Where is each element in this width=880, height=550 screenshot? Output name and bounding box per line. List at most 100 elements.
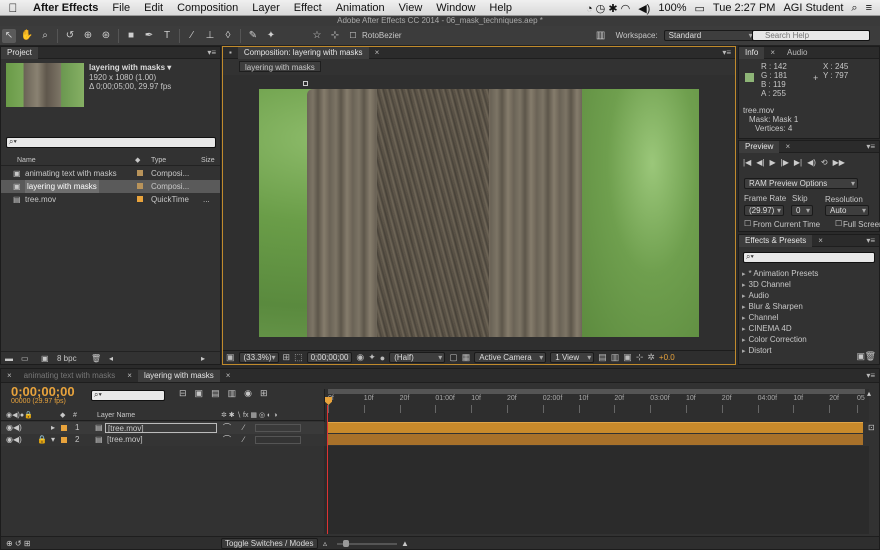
next-frame-icon[interactable]: |▶ xyxy=(781,158,789,167)
menu-view[interactable]: View xyxy=(392,2,430,14)
roi-icon[interactable]: ▢ xyxy=(449,352,458,363)
label-swatch[interactable] xyxy=(61,437,67,443)
switch-boxes[interactable] xyxy=(255,436,301,444)
tab-info[interactable]: Info xyxy=(739,46,765,59)
label-swatch[interactable] xyxy=(61,425,67,431)
workspace-dropdown[interactable]: Standard xyxy=(663,30,756,41)
menu-edit[interactable]: Edit xyxy=(137,2,170,14)
menu-animation[interactable]: Animation xyxy=(329,2,392,14)
clock[interactable]: Tue 2:27 PM xyxy=(713,2,776,14)
reset-exposure-icon[interactable]: ✲ xyxy=(647,352,655,363)
time-ruler[interactable]: 0f10f20f01:00f10f20f02:00f10f20f03:00f10… xyxy=(324,389,869,422)
clone-tool-icon[interactable]: ⊥ xyxy=(203,29,217,43)
scroll-left-icon[interactable]: ◂ xyxy=(109,352,113,365)
search-icon[interactable]: ⌕ xyxy=(851,2,857,15)
new-comp-icon[interactable]: ▣ xyxy=(41,352,49,365)
skip-dropdown[interactable]: 0 xyxy=(791,205,813,216)
expand-icon[interactable]: ▸ xyxy=(51,422,55,434)
label-swatch[interactable] xyxy=(137,196,143,202)
prev-frame-icon[interactable]: ◀| xyxy=(756,158,764,167)
ram-preview-icon[interactable]: ▶▶ xyxy=(833,158,845,167)
comp-subtab[interactable]: layering with masks xyxy=(239,61,321,72)
from-current-checkbox[interactable]: ☐ xyxy=(744,219,751,228)
ram-preview-options-dropdown[interactable]: RAM Preview Options xyxy=(744,178,858,189)
eye-icon[interactable]: ◉◀) xyxy=(6,422,22,434)
type-tool-icon[interactable]: T xyxy=(160,29,174,43)
switch-boxes[interactable] xyxy=(255,424,301,432)
camera-dropdown[interactable]: Active Camera xyxy=(474,352,547,363)
close-icon[interactable]: × xyxy=(764,47,781,59)
graph-editor-icon[interactable]: ⊞ xyxy=(260,388,268,399)
apple-icon[interactable]:  xyxy=(0,1,26,15)
panel-menu-icon[interactable]: ▾≡ xyxy=(862,370,879,382)
switches-header-icons[interactable]: ✲ ✱ ∖ fx ▦ ◎ ◐ ◑ xyxy=(221,410,277,421)
label-column-icon[interactable]: ◆ xyxy=(135,155,140,166)
trash-icon[interactable]: 🗑 xyxy=(865,351,876,362)
shy-switch[interactable]: ⌒ xyxy=(223,422,231,434)
shy-switch[interactable]: ⌒ xyxy=(223,434,231,446)
menu-file[interactable]: File xyxy=(105,2,137,14)
layer-name[interactable]: [tree.mov] xyxy=(105,423,217,433)
interpret-footage-icon[interactable]: ▬ xyxy=(5,352,13,365)
view-layout-dropdown[interactable]: 1 View xyxy=(550,352,595,363)
last-frame-icon[interactable]: ▶| xyxy=(794,158,802,167)
list-item[interactable]: ▸ Distort xyxy=(742,344,772,357)
tab-audio[interactable]: Audio xyxy=(781,47,813,59)
menu-layer[interactable]: Layer xyxy=(245,2,287,14)
number-column[interactable]: # xyxy=(73,410,77,421)
tab-timeline-layering[interactable]: layering with masks xyxy=(137,369,220,382)
bpc-button[interactable]: 8 bpc xyxy=(57,352,77,365)
ruler-zoom-icon[interactable]: ▴ xyxy=(867,389,871,398)
panel-menu-icon[interactable]: ▾≡ xyxy=(862,141,879,153)
list-icon[interactable]: ≡ xyxy=(866,2,872,14)
full-screen-checkbox[interactable]: ☐ xyxy=(835,219,842,228)
audio-icon[interactable]: ◀) xyxy=(807,158,816,167)
eraser-tool-icon[interactable]: ◊ xyxy=(221,29,235,43)
menu-composition[interactable]: Composition xyxy=(170,2,245,14)
workspace-icon[interactable]: ▥ xyxy=(594,29,608,43)
menu-window[interactable]: Window xyxy=(429,2,482,14)
always-preview-icon[interactable]: ▣ xyxy=(226,352,235,363)
hand-tool-icon[interactable]: ✋ xyxy=(20,29,34,43)
expand-icon[interactable]: ▾ xyxy=(51,434,55,446)
rectangle-tool-icon[interactable]: ■ xyxy=(124,29,138,43)
snapshot-icon[interactable]: ◉ xyxy=(356,352,364,363)
layer-bar[interactable] xyxy=(327,422,863,433)
close-icon[interactable]: × xyxy=(121,370,138,382)
user-name[interactable]: AGI Student xyxy=(783,2,843,14)
mask-vertex-handle[interactable] xyxy=(303,81,308,86)
timeline-tab-close-icon[interactable]: × xyxy=(1,370,18,382)
layer-name[interactable]: [tree.mov] xyxy=(107,434,143,446)
zoom-out-icon[interactable]: ▵ xyxy=(323,537,327,550)
status-icons[interactable]: ◔ ◷ ✱ ◠ xyxy=(586,2,630,15)
region-icon[interactable]: ⬚ xyxy=(294,352,303,363)
zoom-tool-icon[interactable]: ⌕ xyxy=(38,29,52,43)
new-folder-icon[interactable]: ▭ xyxy=(21,352,29,365)
trash-icon[interactable]: 🗑 xyxy=(91,352,101,365)
volume-icon[interactable]: ◀) xyxy=(638,2,650,15)
channel-icon[interactable]: ● xyxy=(380,353,385,363)
frame-blending-icon[interactable]: ▥ xyxy=(228,388,237,399)
roto-brush-icon[interactable]: ✎ xyxy=(246,29,260,43)
effects-search-input[interactable] xyxy=(743,252,875,263)
toggle-switches-modes-button[interactable]: Toggle Switches / Modes xyxy=(221,538,318,549)
rotobezier-checkbox[interactable]: ☐ xyxy=(346,29,360,43)
tab-preview[interactable]: Preview xyxy=(739,140,780,153)
close-icon[interactable]: × xyxy=(812,235,829,247)
timeline-search-input[interactable] xyxy=(91,390,165,401)
lock-icon[interactable]: 🔒 xyxy=(37,434,47,446)
project-search-input[interactable] xyxy=(6,137,216,148)
rotate-tool-icon[interactable]: ↺ xyxy=(63,29,77,43)
column-size[interactable]: Size xyxy=(201,155,215,166)
menu-effect[interactable]: Effect xyxy=(287,2,329,14)
label-swatch[interactable] xyxy=(137,170,143,176)
tab-timeline-animating-text[interactable]: animating text with masks xyxy=(18,370,122,382)
comp-frame-image[interactable] xyxy=(259,89,699,337)
table-row[interactable]: ◉◀) 🔒 ▾ 2 ▤ [tree.mov] ⌒ ∕ xyxy=(1,434,324,446)
loop-icon[interactable]: ⟲ xyxy=(821,158,828,167)
tab-effects-presets[interactable]: Effects & Presets xyxy=(739,235,813,247)
layer-bar-end-icon[interactable]: ⊡ xyxy=(868,423,875,432)
zoom-slider-handle[interactable] xyxy=(343,540,349,547)
timeline-timecode[interactable]: 0;00;00;00 xyxy=(11,384,75,399)
expand-modes-icons[interactable]: ⊕ ↺ ⊞ xyxy=(6,537,31,550)
